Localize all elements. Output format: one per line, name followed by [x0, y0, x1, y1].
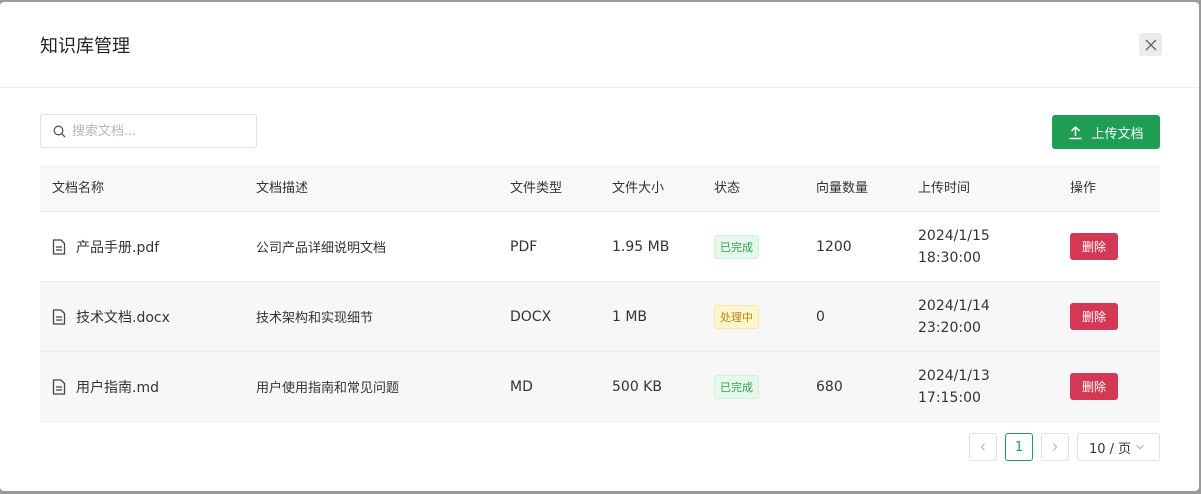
cell-actions: 删除 [1070, 282, 1118, 351]
column-header-size: 文件大小 [612, 181, 665, 196]
chevron-right-icon [1053, 443, 1058, 451]
dialog-header: 知识库管理 [0, 2, 1199, 88]
dialog-title: 知识库管理 [40, 36, 130, 57]
upload-clock-time: 17:15:00 [918, 389, 981, 406]
column-header-upload-time: 上传时间 [918, 181, 971, 196]
chevron-left-icon [980, 443, 985, 451]
table-header: 文档名称 文档描述 文件类型 文件大小 状态 向量数量 上传时间 操作 [40, 165, 1160, 212]
cell-upload-time: 2024/1/13 17:15:00 [918, 352, 990, 421]
cell-description: 公司产品详细说明文档 [256, 241, 387, 256]
search-input[interactable] [72, 123, 242, 139]
cell-file-type: DOCX [510, 308, 552, 325]
cell-description: 技术架构和实现细节 [256, 311, 374, 326]
cell-file-type: PDF [510, 238, 538, 255]
page-number-button[interactable]: 1 [1005, 433, 1033, 461]
upload-date: 2024/1/13 [918, 367, 990, 384]
cell-file-type: MD [510, 378, 533, 395]
table-row: 产品手册.pdf 公司产品详细说明文档 PDF 1.95 MB 已完成 1200… [40, 212, 1160, 282]
cell-vector-count: 1200 [816, 238, 852, 255]
upload-date: 2024/1/14 [918, 297, 990, 314]
search-field[interactable] [40, 114, 257, 148]
table-row: 技术文档.docx 技术架构和实现细节 DOCX 1 MB 处理中 0 2024… [40, 282, 1160, 352]
cell-status: 处理中 [714, 282, 759, 351]
page-size-value: 10 / 页 [1089, 441, 1132, 457]
upload-clock-time: 18:30:00 [918, 249, 981, 266]
document-icon [52, 238, 66, 255]
upload-icon [1069, 125, 1082, 139]
column-header-description: 文档描述 [256, 181, 309, 196]
column-header-name: 文档名称 [52, 181, 105, 196]
table-row: 用户指南.md 用户使用指南和常见问题 MD 500 KB 已完成 680 20… [40, 352, 1160, 422]
column-header-status: 状态 [714, 181, 741, 196]
status-badge: 处理中 [714, 304, 759, 329]
cell-document-name: 产品手册.pdf [52, 212, 159, 281]
cell-file-size: 500 KB [612, 378, 662, 395]
cell-status: 已完成 [714, 352, 759, 421]
cell-upload-time: 2024/1/15 18:30:00 [918, 212, 990, 281]
cell-actions: 删除 [1070, 352, 1118, 421]
cell-description: 用户使用指南和常见问题 [256, 381, 400, 396]
document-icon [52, 378, 66, 395]
delete-button[interactable]: 删除 [1070, 373, 1118, 400]
cell-upload-time: 2024/1/14 23:20:00 [918, 282, 990, 351]
documents-table: 文档名称 文档描述 文件类型 文件大小 状态 向量数量 上传时间 操作 产品手册… [40, 165, 1160, 422]
upload-document-button[interactable]: 上传文档 [1052, 115, 1160, 149]
status-badge: 已完成 [714, 234, 759, 259]
next-page-button[interactable] [1041, 433, 1069, 461]
document-name: 用户指南.md [76, 379, 159, 396]
upload-button-label: 上传文档 [1091, 126, 1144, 142]
column-header-actions: 操作 [1070, 181, 1097, 196]
document-name: 产品手册.pdf [76, 239, 160, 256]
chevron-down-icon [1136, 445, 1145, 450]
upload-clock-time: 23:20:00 [918, 319, 981, 336]
page-size-select[interactable]: 10 / 页 [1077, 433, 1160, 461]
delete-button[interactable]: 删除 [1070, 233, 1118, 260]
delete-button[interactable]: 删除 [1070, 303, 1118, 330]
cell-file-size: 1.95 MB [612, 238, 670, 255]
upload-date: 2024/1/15 [918, 227, 990, 244]
document-name: 技术文档.docx [76, 309, 170, 326]
column-header-type: 文件类型 [510, 181, 563, 196]
previous-page-button[interactable] [969, 433, 997, 461]
cell-actions: 删除 [1070, 212, 1118, 281]
cell-vector-count: 0 [816, 308, 825, 325]
column-header-vectors: 向量数量 [816, 181, 869, 196]
cell-document-name: 用户指南.md [52, 352, 159, 421]
cell-status: 已完成 [714, 212, 759, 281]
cell-vector-count: 680 [816, 378, 843, 395]
search-icon [53, 125, 66, 137]
close-button[interactable] [1139, 33, 1162, 56]
cell-file-size: 1 MB [612, 308, 648, 325]
close-icon [1145, 39, 1156, 50]
status-badge: 已完成 [714, 374, 759, 399]
cell-document-name: 技术文档.docx [52, 282, 170, 351]
document-icon [52, 308, 66, 325]
